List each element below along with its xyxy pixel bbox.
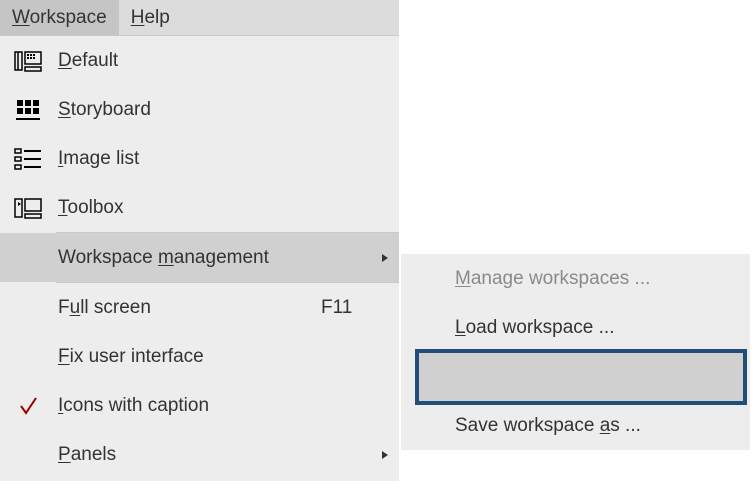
submenu-arrow-icon <box>371 253 399 263</box>
submenu-save-workspace[interactable]: Save workspace <box>401 352 750 401</box>
menu-item-label: Icons with caption <box>56 395 321 417</box>
menubar-label: Workspace <box>12 7 107 29</box>
menu-item-label: Image list <box>56 148 321 170</box>
imagelist-icon <box>0 147 56 171</box>
submenu-load-workspace[interactable]: Load workspace ... <box>401 303 750 352</box>
menu-workspace-management[interactable]: Workspace management <box>0 233 399 282</box>
shortcut-label: F11 <box>321 297 371 319</box>
default-icon <box>0 49 56 73</box>
menu-fix-user-interface[interactable]: Fix user interface <box>0 332 399 381</box>
check-icon <box>0 394 56 418</box>
submenu-save-workspace-as[interactable]: Save workspace as ... <box>401 401 750 450</box>
menu-default[interactable]: Default <box>0 36 399 85</box>
menubar: Workspace Help <box>0 0 399 35</box>
menu-item-label: Workspace management <box>56 247 321 269</box>
menu-item-label: Full screen <box>56 297 321 319</box>
menu-item-label: Toolbox <box>56 197 321 219</box>
menu-full-screen[interactable]: Full screen F11 <box>0 283 399 332</box>
menu-icons-with-caption[interactable]: Icons with caption <box>0 381 399 430</box>
menu-item-label: Fix user interface <box>56 346 321 368</box>
storyboard-icon <box>0 98 56 122</box>
menu-item-label: Storyboard <box>56 99 321 121</box>
workspace-management-submenu: Manage workspaces ... Load workspace ...… <box>401 254 750 450</box>
menu-item-label: Save workspace <box>453 366 750 388</box>
workspace-menu: Default Storyboard <box>0 35 399 481</box>
menu-storyboard[interactable]: Storyboard <box>0 85 399 134</box>
menu-item-label: Load workspace ... <box>453 317 750 339</box>
menu-item-label: Default <box>56 50 321 72</box>
menubar-label: Help <box>131 7 170 29</box>
menu-image-list[interactable]: Image list <box>0 134 399 183</box>
menubar-workspace[interactable]: Workspace <box>0 0 119 35</box>
toolbox-icon <box>0 196 56 220</box>
menu-panels[interactable]: Panels <box>0 430 399 479</box>
menu-item-label: Panels <box>56 444 321 466</box>
menu-item-label: Manage workspaces ... <box>453 268 750 290</box>
submenu-arrow-icon <box>371 450 399 460</box>
menubar-help[interactable]: Help <box>119 0 182 35</box>
menu-toolbox[interactable]: Toolbox <box>0 183 399 232</box>
menu-item-label: Save workspace as ... <box>453 415 750 437</box>
submenu-manage-workspaces[interactable]: Manage workspaces ... <box>401 254 750 303</box>
